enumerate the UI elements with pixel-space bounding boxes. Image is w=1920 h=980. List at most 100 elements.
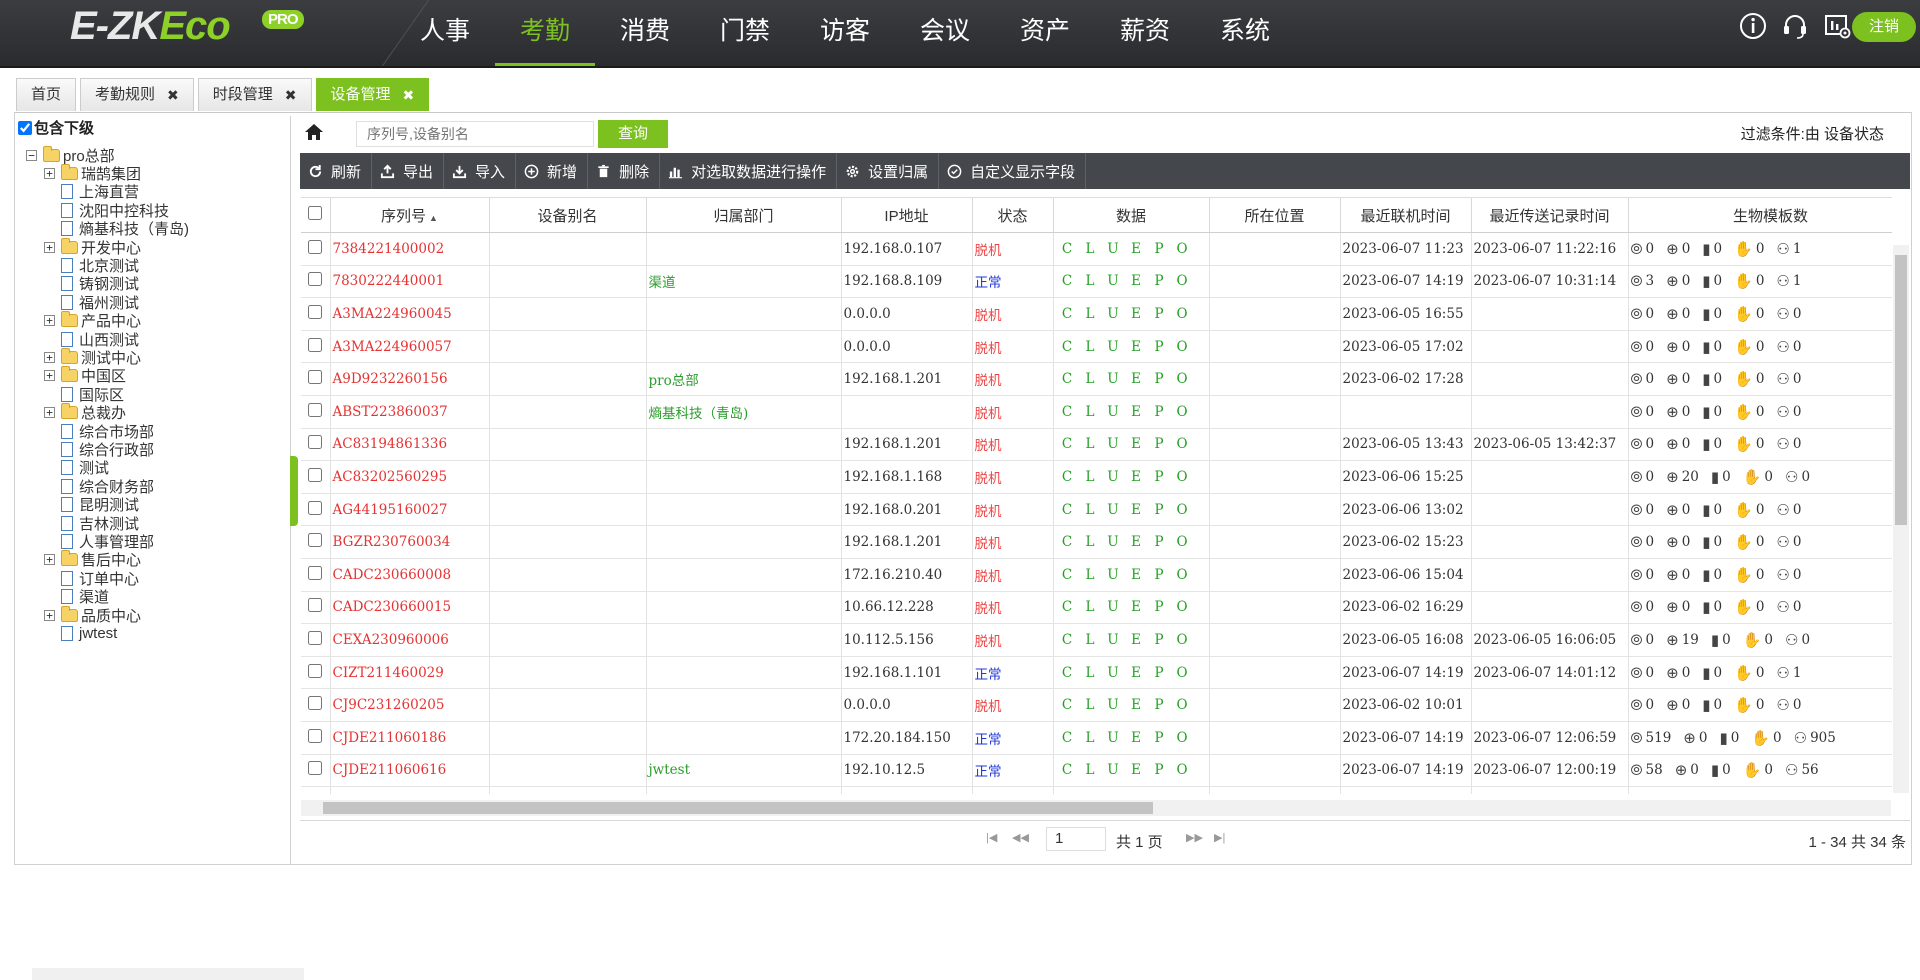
data-command-link[interactable]: E [1125, 632, 1148, 648]
headset-icon[interactable] [1778, 9, 1812, 43]
table-row[interactable]: A3MA2249600570.0.0.0脱机CLUEPO2023-06-05 1… [301, 330, 1892, 363]
data-command-link[interactable]: E [1125, 665, 1148, 681]
toolbar-button-bar-chart[interactable]: 对选取数据进行操作 [660, 153, 837, 189]
expand-icon[interactable]: + [44, 242, 55, 253]
data-command-link[interactable]: C [1056, 273, 1079, 289]
data-command-link[interactable]: U [1102, 567, 1125, 583]
data-command-link[interactable]: E [1125, 697, 1148, 713]
data-command-link[interactable]: L [1079, 730, 1102, 746]
data-command-link[interactable]: C [1056, 632, 1079, 648]
include-subordinates-checkbox[interactable] [18, 121, 32, 135]
data-command-link[interactable]: E [1125, 404, 1148, 420]
toolbar-button-delete[interactable]: 删除 [588, 153, 660, 189]
sort-icon[interactable]: ▲ [429, 213, 438, 223]
data-command-link[interactable]: P [1148, 632, 1171, 648]
serial-number-cell[interactable]: CJDE231261762 [330, 787, 489, 794]
column-header[interactable]: 状态 [972, 198, 1053, 233]
data-command-link[interactable]: E [1125, 534, 1148, 550]
tree-horizontal-scrollbar[interactable] [32, 968, 304, 980]
data-command-link[interactable]: U [1102, 306, 1125, 322]
expand-icon[interactable]: + [44, 610, 55, 621]
column-header[interactable]: 所在位置 [1209, 198, 1340, 233]
close-icon[interactable]: ✖ [403, 79, 415, 111]
expand-icon[interactable]: + [44, 352, 55, 363]
data-command-link[interactable]: U [1102, 599, 1125, 615]
data-command-link[interactable]: O [1171, 534, 1194, 550]
data-command-link[interactable]: L [1079, 599, 1102, 615]
data-command-link[interactable]: O [1171, 567, 1194, 583]
data-command-link[interactable]: P [1148, 730, 1171, 746]
data-command-link[interactable]: L [1079, 665, 1102, 681]
data-command-link[interactable]: P [1148, 762, 1171, 778]
data-command-link[interactable]: C [1056, 371, 1079, 387]
row-checkbox[interactable] [308, 435, 322, 449]
data-command-link[interactable]: L [1079, 241, 1102, 257]
data-command-link[interactable]: O [1171, 436, 1194, 452]
monitor-settings-icon[interactable] [1820, 9, 1854, 43]
serial-number-cell[interactable]: CEXA230960006 [330, 624, 489, 657]
data-command-link[interactable]: C [1056, 665, 1079, 681]
serial-number-cell[interactable]: 7384221400002 [330, 233, 489, 266]
serial-number-cell[interactable]: CIZT211460029 [330, 656, 489, 689]
data-command-link[interactable]: U [1102, 469, 1125, 485]
nav-item-1[interactable]: 考勤 [495, 0, 595, 66]
table-row[interactable]: CEXA23096000610.112.5.156脱机CLUEPO2023-06… [301, 624, 1892, 657]
data-command-link[interactable]: P [1148, 665, 1171, 681]
row-checkbox[interactable] [308, 305, 322, 319]
table-row[interactable]: CIZT211460029192.168.1.101正常CLUEPO2023-0… [301, 656, 1892, 689]
data-command-link[interactable]: L [1079, 339, 1102, 355]
row-checkbox[interactable] [308, 566, 322, 580]
data-command-link[interactable]: U [1102, 502, 1125, 518]
vertical-scroll-thumb[interactable] [1895, 255, 1907, 525]
include-subordinates-option[interactable]: 包含下级 [18, 117, 94, 138]
data-command-link[interactable]: P [1148, 697, 1171, 713]
data-command-link[interactable]: E [1125, 762, 1148, 778]
sidebar-collapse-handle[interactable] [290, 456, 298, 526]
row-checkbox[interactable] [308, 370, 322, 384]
data-command-link[interactable]: P [1148, 567, 1171, 583]
row-checkbox[interactable] [308, 272, 322, 286]
data-command-link[interactable]: P [1148, 436, 1171, 452]
nav-item-6[interactable]: 资产 [995, 0, 1095, 66]
serial-number-cell[interactable]: CJDE211060186 [330, 721, 489, 754]
first-page-icon[interactable]: |◀ [986, 831, 997, 844]
data-command-link[interactable]: O [1171, 469, 1194, 485]
data-command-link[interactable]: C [1056, 502, 1079, 518]
logout-button[interactable]: 注销 [1852, 12, 1916, 42]
nav-item-7[interactable]: 薪资 [1095, 0, 1195, 66]
expand-icon[interactable]: + [44, 554, 55, 565]
serial-number-cell[interactable]: BGZR230760034 [330, 526, 489, 559]
column-header[interactable]: 序列号▲ [330, 198, 489, 233]
row-checkbox[interactable] [308, 338, 322, 352]
nav-item-2[interactable]: 消费 [595, 0, 695, 66]
table-row[interactable]: AG44195160027192.168.0.201脱机CLUEPO2023-0… [301, 493, 1892, 526]
data-command-link[interactable]: E [1125, 339, 1148, 355]
home-icon[interactable] [304, 123, 324, 144]
data-command-link[interactable]: E [1125, 306, 1148, 322]
data-command-link[interactable]: E [1125, 567, 1148, 583]
horizontal-scroll-thumb[interactable] [323, 802, 1153, 814]
data-command-link[interactable]: C [1056, 762, 1079, 778]
toolbar-button-add[interactable]: 新增 [516, 153, 588, 189]
data-command-link[interactable]: C [1056, 306, 1079, 322]
table-row[interactable]: AC83194861336192.168.1.201脱机CLUEPO2023-0… [301, 428, 1892, 461]
table-row[interactable]: BGZR230760034192.168.1.201脱机CLUEPO2023-0… [301, 526, 1892, 559]
column-header[interactable]: 设备别名 [489, 198, 646, 233]
toolbar-button-check-circle[interactable]: 自定义显示字段 [939, 153, 1086, 189]
row-checkbox[interactable] [308, 598, 322, 612]
data-command-link[interactable]: P [1148, 502, 1171, 518]
serial-number-cell[interactable]: CADC230660015 [330, 591, 489, 624]
column-header[interactable]: 归属部门 [646, 198, 841, 233]
data-command-link[interactable]: C [1056, 534, 1079, 550]
data-command-link[interactable]: C [1056, 436, 1079, 452]
table-row[interactable]: AC83202560295192.168.1.168脱机CLUEPO2023-0… [301, 461, 1892, 494]
data-command-link[interactable]: C [1056, 469, 1079, 485]
expand-icon[interactable]: + [44, 168, 55, 179]
serial-number-cell[interactable]: CJDE211060616 [330, 754, 489, 787]
data-command-link[interactable]: L [1079, 534, 1102, 550]
data-command-link[interactable]: C [1056, 241, 1079, 257]
toolbar-button-import[interactable]: 导入 [444, 153, 516, 189]
serial-number-cell[interactable]: CJ9C231260205 [330, 689, 489, 722]
expand-icon[interactable]: + [44, 315, 55, 326]
data-command-link[interactable]: O [1171, 241, 1194, 257]
